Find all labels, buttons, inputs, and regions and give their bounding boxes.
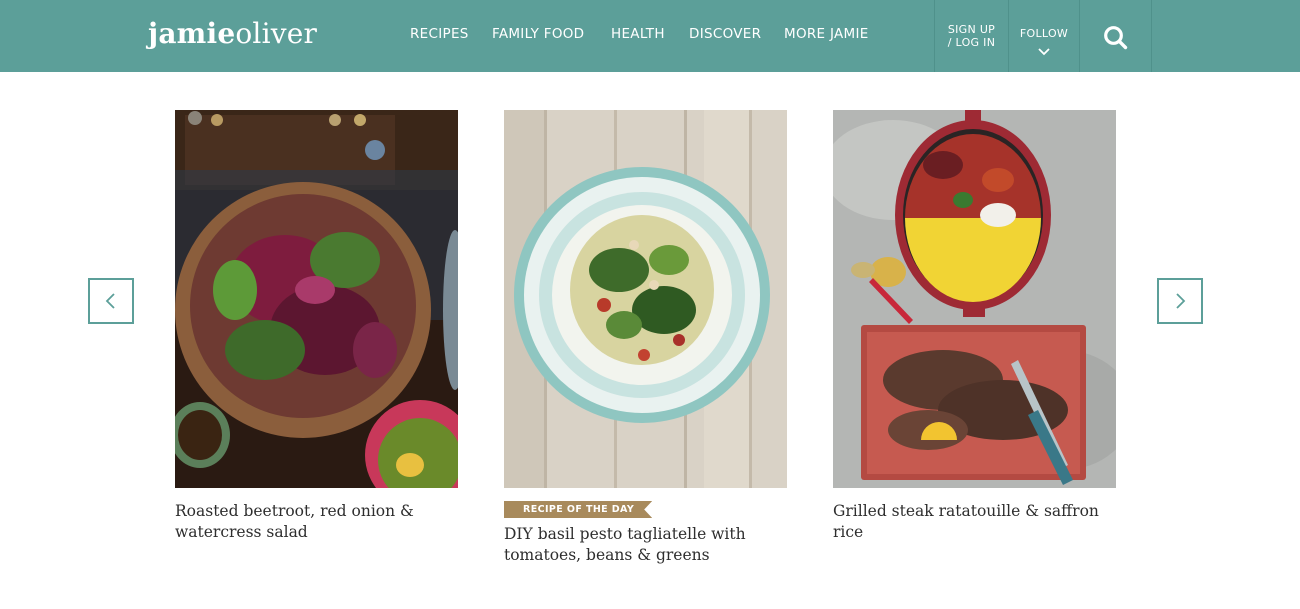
nav-discover[interactable]: DISCOVER [689, 24, 761, 44]
signup-login-button[interactable]: SIGN UP / LOG IN [934, 0, 1008, 72]
nav-family-food[interactable]: FAMILY FOOD [492, 24, 584, 44]
beetroot-salad-photo [175, 110, 458, 488]
follow-button[interactable]: FOLLOW [1008, 0, 1079, 72]
recipe-title-line: tomatoes, beans & greens [504, 546, 710, 564]
carousel-next-button[interactable] [1157, 278, 1203, 324]
search-button[interactable] [1079, 0, 1152, 72]
signup-text: SIGN UP [947, 23, 996, 36]
recipe-title-pesto-tagliatelle[interactable]: DIY basil pesto tagliatelle with tomatoe… [504, 524, 787, 566]
login-text: / LOG IN [947, 36, 996, 49]
search-icon [1104, 26, 1128, 50]
nav-health[interactable]: HEALTH [611, 24, 665, 44]
carousel-prev-button[interactable] [88, 278, 134, 324]
pesto-tagliatelle-photo [504, 110, 787, 488]
recipe-title-line: rice [833, 523, 864, 541]
signup-login-label: SIGN UP / LOG IN [935, 23, 1008, 49]
recipe-title-line: watercress salad [175, 523, 308, 541]
recipe-title-line: Roasted beetroot, red onion & [175, 502, 414, 520]
recipe-title-beetroot-salad[interactable]: Roasted beetroot, red onion & watercress… [175, 501, 458, 543]
recipe-title-line: DIY basil pesto tagliatelle with [504, 525, 746, 543]
chevron-right-icon [1176, 293, 1186, 309]
nav-more-jamie[interactable]: MORE JAMIE [784, 24, 869, 44]
logo-text-oliver: oliver [235, 17, 318, 50]
steak-ratatouille-photo [833, 110, 1116, 488]
recipe-title-steak-ratatouille[interactable]: Grilled steak ratatouille & saffron rice [833, 501, 1116, 543]
recipe-image-beetroot-salad[interactable] [175, 110, 458, 488]
logo-text-jamie: jamie [148, 17, 236, 50]
top-navigation-bar: jamieoliver RECIPES FAMILY FOOD HEALTH D… [0, 0, 1300, 72]
follow-label: FOLLOW [1019, 27, 1069, 40]
recipe-title-line: Grilled steak ratatouille & saffron [833, 502, 1099, 520]
chevron-down-icon [1038, 48, 1050, 56]
chevron-left-icon [105, 293, 115, 309]
recipe-of-the-day-badge: RECIPE OF THE DAY [504, 501, 652, 518]
site-logo[interactable]: jamieoliver [148, 14, 317, 54]
nav-recipes[interactable]: RECIPES [410, 24, 469, 44]
recipe-image-pesto-tagliatelle[interactable] [504, 110, 787, 488]
recipe-image-steak-ratatouille[interactable] [833, 110, 1116, 488]
